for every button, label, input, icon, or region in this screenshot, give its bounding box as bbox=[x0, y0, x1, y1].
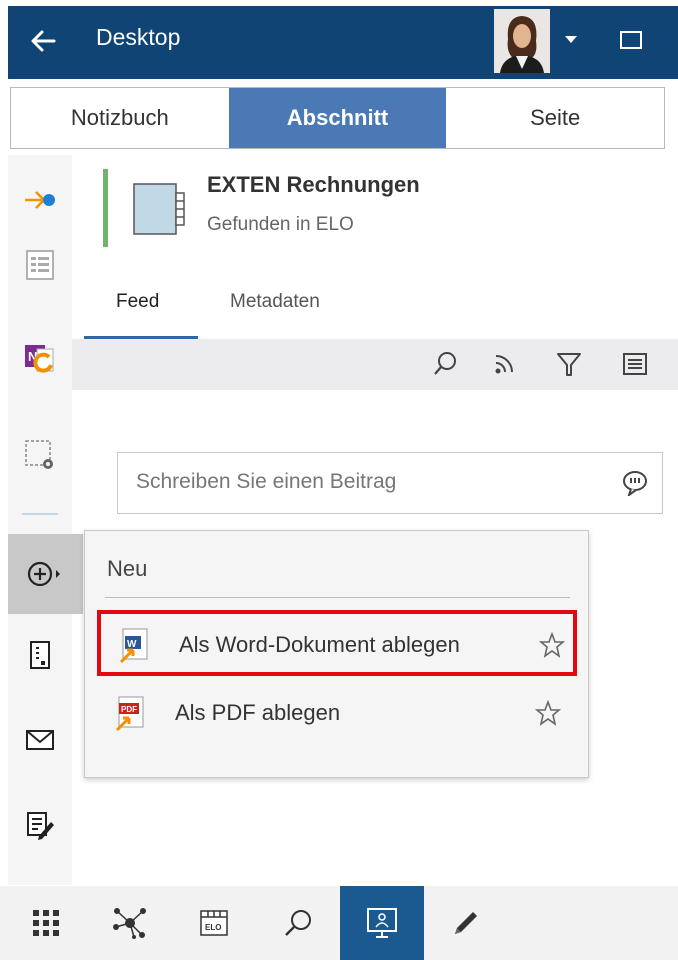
feed-toolbar bbox=[72, 339, 678, 390]
window-icon[interactable] bbox=[620, 31, 642, 49]
document-icon bbox=[30, 641, 50, 669]
top-bar: Desktop bbox=[8, 6, 678, 79]
menu-item-word[interactable]: W Als Word-Dokument ablegen bbox=[97, 610, 577, 676]
page-title: Desktop bbox=[96, 24, 181, 50]
register-folder-icon bbox=[133, 183, 185, 235]
nav-apps[interactable] bbox=[4, 886, 88, 960]
nav-pen[interactable] bbox=[424, 886, 508, 960]
list-view-icon[interactable] bbox=[622, 351, 648, 377]
tab-feed[interactable]: Feed bbox=[116, 291, 159, 313]
sidebar-item-edit-note[interactable] bbox=[8, 795, 72, 855]
menu-item-pdf[interactable]: PDF Als PDF ablegen bbox=[97, 686, 577, 752]
sidebar-item-new[interactable] bbox=[8, 534, 83, 614]
back-arrow-icon[interactable] bbox=[30, 28, 56, 54]
menu-item-pdf-label: Als PDF ablegen bbox=[175, 700, 341, 725]
arrow-dot-icon bbox=[25, 191, 55, 209]
nav-network[interactable] bbox=[88, 886, 172, 960]
left-sidebar: N bbox=[8, 155, 83, 885]
search-icon bbox=[285, 910, 311, 936]
sidebar-item-arrow[interactable] bbox=[8, 170, 72, 230]
entry-accent-bar bbox=[103, 169, 108, 247]
speech-bubble-icon[interactable] bbox=[622, 470, 648, 496]
menu-item-word-label: Als Word-Dokument ablegen bbox=[179, 632, 460, 657]
pen-icon bbox=[455, 912, 477, 934]
bottom-nav: ELO bbox=[0, 886, 678, 960]
svg-text:PDF: PDF bbox=[121, 705, 137, 714]
nav-archive[interactable]: ELO bbox=[172, 886, 256, 960]
tab-abschnitt[interactable]: Abschnitt bbox=[228, 88, 447, 148]
sidebar-item-selection[interactable] bbox=[8, 425, 72, 485]
popup-divider bbox=[105, 597, 570, 598]
apps-grid-icon bbox=[33, 910, 59, 936]
entry-subtitle: Gefunden in ELO bbox=[207, 214, 354, 235]
avatar[interactable] bbox=[494, 9, 550, 73]
word-document-icon: W bbox=[119, 628, 148, 664]
search-icon[interactable] bbox=[432, 351, 458, 377]
elo-archive-icon: ELO bbox=[200, 910, 228, 936]
popup-heading: Neu bbox=[107, 556, 148, 581]
mail-icon bbox=[26, 730, 54, 750]
nav-search[interactable] bbox=[256, 886, 340, 960]
rss-icon[interactable] bbox=[492, 351, 518, 377]
post-placeholder: Schreiben Sie einen Beitrag bbox=[136, 470, 397, 493]
avatar-image bbox=[494, 9, 550, 73]
add-circle-icon bbox=[27, 561, 60, 587]
onenote-refresh-icon: N bbox=[25, 345, 54, 373]
list-icon bbox=[26, 250, 54, 280]
post-input[interactable]: Schreiben Sie einen Beitrag bbox=[117, 452, 663, 514]
sidebar-divider bbox=[22, 513, 58, 515]
sidebar-item-onenote[interactable]: N bbox=[8, 330, 72, 390]
favorite-star-icon[interactable] bbox=[539, 632, 565, 658]
tab-seite[interactable]: Seite bbox=[446, 88, 664, 148]
scope-tabs: Notizbuch Abschnitt Seite bbox=[10, 87, 665, 149]
selection-gear-icon bbox=[25, 440, 53, 469]
svg-text:W: W bbox=[127, 639, 137, 650]
dropdown-caret-icon[interactable] bbox=[565, 36, 577, 43]
network-icon bbox=[113, 908, 146, 939]
tab-notizbuch[interactable]: Notizbuch bbox=[11, 88, 229, 148]
nav-desktop[interactable] bbox=[340, 886, 424, 960]
new-menu-popup: Neu W Als Word-Dokument ablegen PDF Als … bbox=[84, 530, 589, 778]
entry-title: EXTEN Rechnungen bbox=[207, 172, 420, 197]
tab-metadaten[interactable]: Metadaten bbox=[230, 291, 320, 313]
filter-icon[interactable] bbox=[556, 351, 582, 377]
sidebar-item-mail[interactable] bbox=[8, 710, 72, 770]
favorite-star-icon[interactable] bbox=[535, 700, 561, 726]
desktop-icon bbox=[367, 908, 397, 938]
sidebar-item-list[interactable] bbox=[8, 235, 72, 295]
svg-text:ELO: ELO bbox=[205, 923, 221, 932]
sidebar-item-document[interactable] bbox=[8, 625, 72, 685]
edit-note-icon bbox=[27, 812, 54, 840]
pdf-document-icon: PDF bbox=[115, 696, 144, 732]
